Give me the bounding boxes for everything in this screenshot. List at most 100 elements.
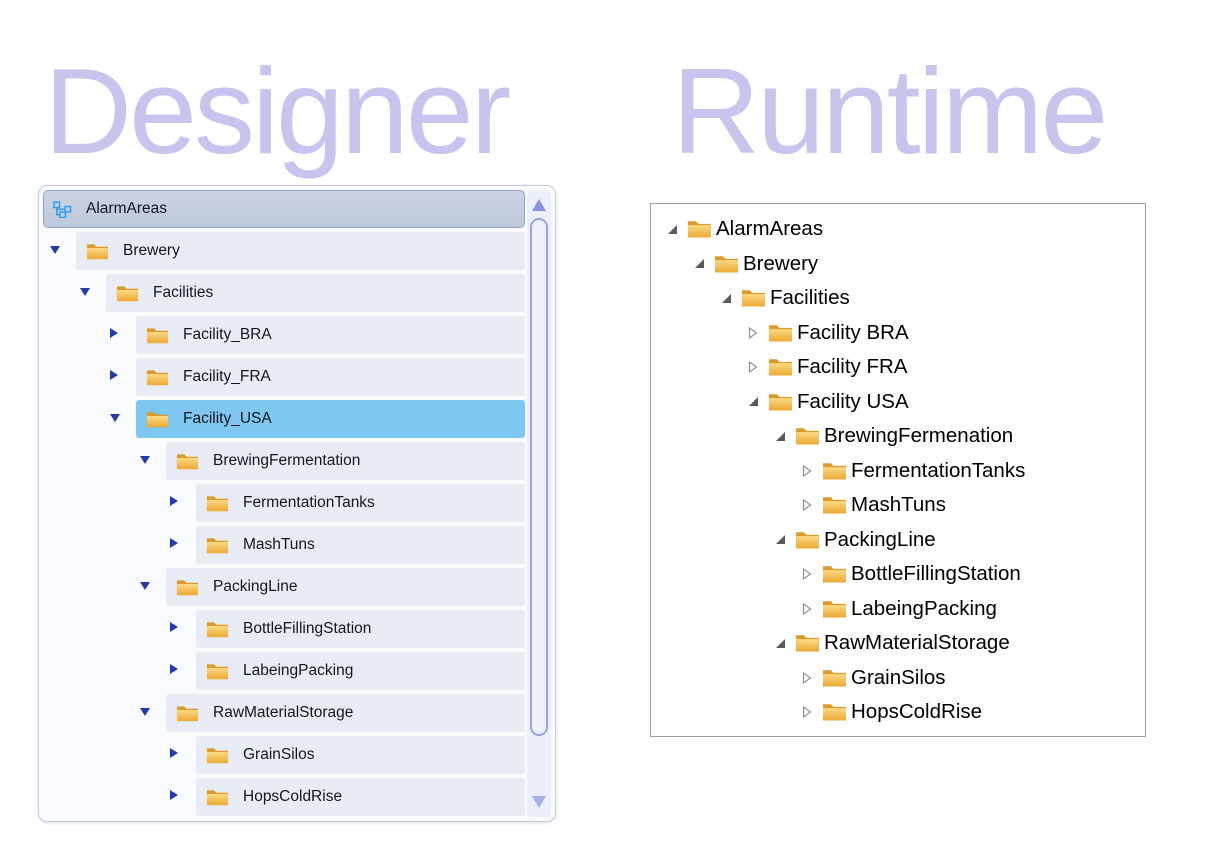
vertical-scrollbar[interactable] [527,190,551,817]
expander-icon[interactable] [800,602,814,616]
folder-icon [206,536,229,555]
expander-icon[interactable] [170,664,178,674]
folder-icon [768,392,793,412]
tree-row[interactable]: GrainSilos [43,736,525,774]
expander-icon[interactable] [800,464,814,478]
tree-item-label: Facilities [770,286,850,310]
tree-row[interactable]: Brewery [665,247,1145,282]
tree-row[interactable]: GrainSilos [665,661,1145,696]
tree-item-label: BrewingFermentation [213,452,360,470]
folder-icon [176,704,199,723]
tree-row[interactable]: AlarmAreas [665,212,1145,247]
tree-row[interactable]: BrewingFermentation [43,442,525,480]
tree-row[interactable]: FermentationTanks [43,484,525,522]
tree-row[interactable]: Facilities [665,281,1145,316]
tree-row[interactable]: HopsColdRise [665,695,1145,730]
expander-icon[interactable] [773,639,787,648]
folder-icon [822,668,847,688]
expander-icon[interactable] [110,370,118,380]
tree-row[interactable]: Facility FRA [665,350,1145,385]
tree-row[interactable]: BottleFillingStation [43,610,525,648]
scroll-down-arrow-icon[interactable] [532,796,546,808]
tree-row[interactable]: Brewery [43,232,525,270]
folder-icon [206,746,229,765]
tree-row[interactable]: MashTuns [43,526,525,564]
tree-row[interactable]: HopsColdRise [43,778,525,816]
tree-item-label: AlarmAreas [86,200,167,218]
expander-icon[interactable] [800,567,814,581]
runtime-heading: Runtime [672,50,1105,172]
tree-item-label: Facility_BRA [183,326,272,344]
tree-row[interactable]: PackingLine [43,568,525,606]
tree-row[interactable]: LabeingPacking [43,652,525,690]
tree-row[interactable]: PackingLine [665,523,1145,558]
folder-icon [768,357,793,377]
expander-icon[interactable] [170,538,178,548]
tree-item-label: Facility_FRA [183,368,271,386]
hierarchy-icon [53,201,72,218]
tree-item-label: RawMaterialStorage [213,704,353,722]
expander-icon[interactable] [719,294,733,303]
tree-row[interactable]: Facility_BRA [43,316,525,354]
folder-icon [795,530,820,550]
expander-icon[interactable] [170,496,178,506]
expander-icon[interactable] [140,582,150,590]
expander-icon[interactable] [746,397,760,406]
tree-item-label: LabeingPacking [243,662,353,680]
tree-item-label: Facility USA [797,390,909,414]
expander-icon[interactable] [746,360,760,374]
expander-icon[interactable] [800,705,814,719]
tree-item-label: FermentationTanks [851,459,1025,483]
tree-row[interactable]: MashTuns [665,488,1145,523]
expander-icon[interactable] [110,328,118,338]
folder-icon [206,620,229,639]
designer-tree: AlarmAreas Brewery Facil [43,190,525,820]
scrollbar-thumb[interactable] [530,218,548,736]
folder-icon [176,578,199,597]
expander-icon[interactable] [800,671,814,685]
tree-row[interactable]: Facilities [43,274,525,312]
expander-icon[interactable] [50,246,60,254]
tree-item-label: LabeingPacking [851,597,997,621]
tree-row[interactable]: RawMaterialStorage [43,694,525,732]
designer-tree-panel: AlarmAreas Brewery Facil [38,185,556,822]
tree-row[interactable]: Facility USA [665,385,1145,420]
tree-item-label: MashTuns [851,493,946,517]
expander-icon[interactable] [746,326,760,340]
expander-icon[interactable] [170,622,178,632]
folder-icon [795,426,820,446]
designer-heading: Designer [44,50,508,172]
expander-icon[interactable] [800,498,814,512]
folder-icon [822,599,847,619]
expander-icon[interactable] [110,414,120,422]
tree-root-row[interactable]: AlarmAreas [43,190,525,228]
expander-icon[interactable] [773,432,787,441]
tree-item-label: Facility BRA [797,321,909,345]
tree-item-label: PackingLine [824,528,936,552]
tree-row[interactable]: Facility BRA [665,316,1145,351]
tree-row[interactable]: LabeingPacking [665,592,1145,627]
tree-row[interactable]: Facility_USA [43,400,525,438]
tree-row[interactable]: FermentationTanks [665,454,1145,489]
tree-item-label: Facility FRA [797,355,907,379]
expander-icon[interactable] [692,259,706,268]
tree-item-label: Facility_USA [183,410,272,428]
expander-icon[interactable] [80,288,90,296]
expander-icon[interactable] [773,535,787,544]
screenshot-canvas: Designer Runtime AlarmAreas [0,0,1208,856]
tree-row[interactable]: Facility_FRA [43,358,525,396]
tree-row[interactable]: BrewingFermenation [665,419,1145,454]
tree-item-label: AlarmAreas [716,217,823,241]
folder-icon [822,564,847,584]
expander-icon[interactable] [140,708,150,716]
expander-icon[interactable] [665,225,679,234]
tree-row[interactable]: BottleFillingStation [665,557,1145,592]
expander-icon[interactable] [140,456,150,464]
tree-item-label: Brewery [123,242,180,260]
expander-icon[interactable] [170,748,178,758]
tree-item-label: GrainSilos [243,746,315,764]
scroll-up-arrow-icon[interactable] [532,199,546,211]
expander-icon[interactable] [170,790,178,800]
tree-row[interactable]: RawMaterialStorage [665,626,1145,661]
folder-icon [176,452,199,471]
